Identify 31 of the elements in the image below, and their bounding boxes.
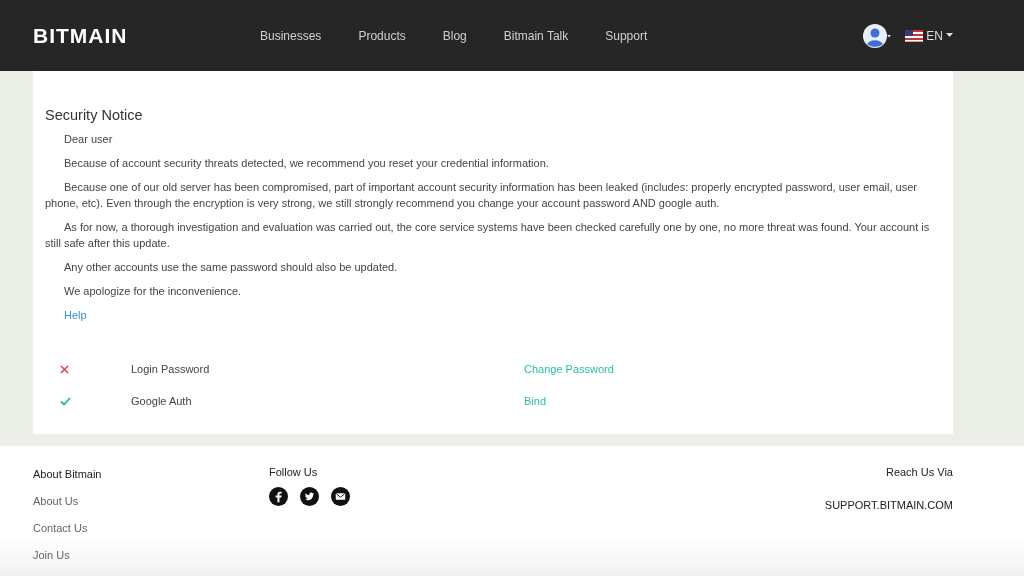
footer-link[interactable]: Contact Us	[33, 522, 269, 534]
nav-link[interactable]: Bitmain Talk	[503, 28, 569, 43]
notice-title: Security Notice	[45, 107, 144, 124]
twitter-icon[interactable]	[300, 487, 319, 506]
footer-heading: Follow Us	[269, 466, 319, 478]
security-item-name: Google Auth	[131, 395, 193, 408]
notice-paragraph: Because one of our old server has been compromised, part of important account security information has been leaked (includes: properly encrypted password, user email, user phone, etc). Even through the encryption is very strong, we still strongly recommend you change your account password AND google auth.	[45, 180, 918, 212]
facebook-icon[interactable]	[269, 487, 288, 506]
flag-icon	[905, 29, 924, 42]
logo[interactable]: BITMAIN	[33, 23, 260, 48]
help-link[interactable]: Help	[64, 309, 87, 322]
mail-icon[interactable]	[331, 487, 350, 506]
notice-paragraph: We apologize for the inconvenience.	[63, 284, 243, 300]
account-menu[interactable]	[863, 23, 892, 48]
footer-heading: Reach Us Via	[885, 466, 953, 478]
nav-link[interactable]: Businesses	[260, 28, 322, 43]
nav-link[interactable]: Support	[605, 28, 648, 43]
notice-paragraph: Any other accounts use the same password should also be updated.	[63, 260, 399, 276]
nav-link[interactable]: Blog	[442, 28, 467, 43]
support-email: SUPPORT.BITMAIN.COM	[824, 499, 953, 511]
nav-link[interactable]: Products	[358, 28, 406, 43]
footer-heading: About Bitmain	[33, 468, 103, 480]
footer-link[interactable]: Join Us	[33, 549, 269, 561]
language-menu[interactable]: EN	[905, 28, 953, 43]
security-item-name: Login Password	[131, 363, 211, 376]
notice-paragraph: Dear user	[63, 132, 114, 148]
notice-paragraph: Because of account security threats detected, we recommend you reset your credential information.	[63, 156, 550, 172]
user-avatar-icon	[863, 23, 892, 48]
notice-paragraph: As for now, a thorough investigation and evaluation was carried out, the core service systems have been checked carefully one by one, no more threat was found. Your account is still safe after this update.	[45, 220, 931, 252]
footer-link[interactable]: About Us	[33, 495, 269, 507]
caret-icon	[946, 33, 953, 38]
